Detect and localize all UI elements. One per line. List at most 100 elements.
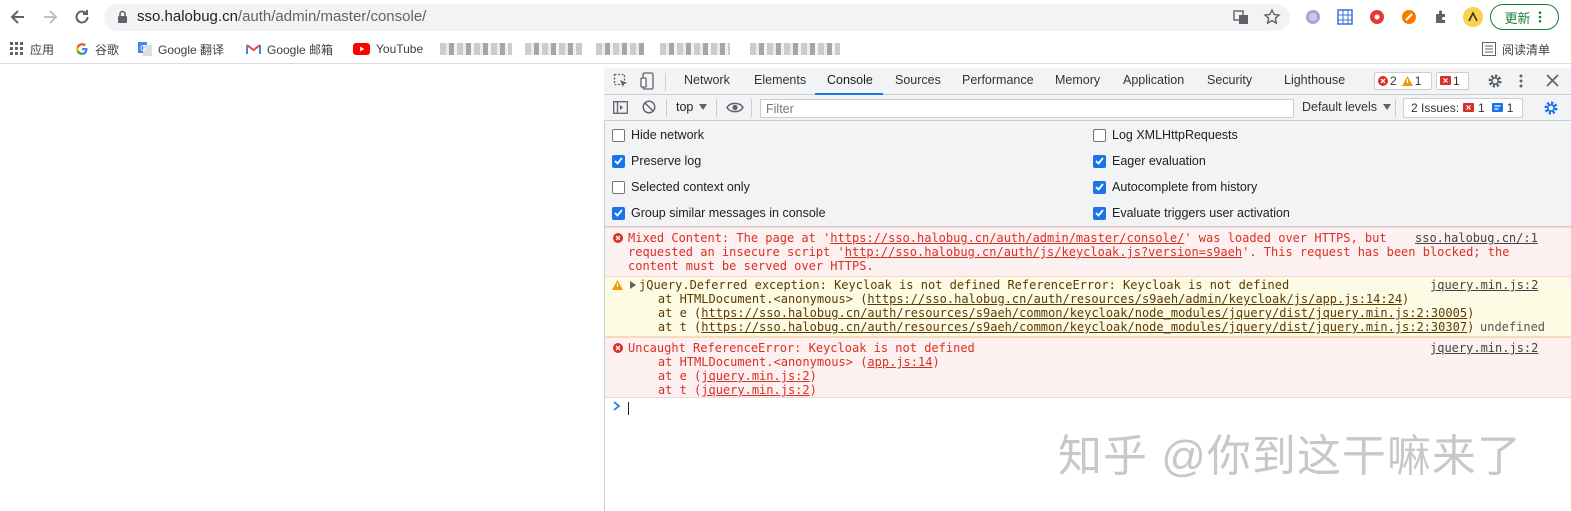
context-selector[interactable]: top (676, 100, 708, 114)
sidebar-toggle-icon[interactable] (613, 101, 628, 114)
log-levels-label: Default levels (1302, 100, 1378, 114)
tab-network[interactable]: Network (684, 73, 730, 87)
forward-button[interactable] (38, 5, 62, 29)
clear-console-icon[interactable] (642, 100, 656, 114)
extension-record-icon[interactable] (1368, 8, 1386, 26)
message-text: requested an insecure script ' (628, 245, 845, 259)
checkbox-checked[interactable] (1093, 154, 1106, 168)
tab-console[interactable]: Console (827, 73, 873, 87)
tab-performance[interactable]: Performance (962, 73, 1034, 87)
issue-info-icon (1491, 103, 1503, 112)
blurred-bookmark[interactable] (750, 43, 840, 55)
message-text: '. This request has been blocked; the (1242, 245, 1510, 259)
message-link[interactable]: http://sso.halobug.cn/auth/js/keycloak.j… (845, 245, 1242, 259)
bookmark-gmail[interactable]: Google 邮箱 (246, 41, 333, 57)
message-text: at e ( (629, 369, 702, 383)
checkmark-icon (614, 209, 623, 217)
option-log-xhr[interactable]: Log XMLHttpRequests (1093, 126, 1238, 144)
console-settings-gear-icon[interactable] (1543, 100, 1559, 116)
blurred-bookmark[interactable] (440, 43, 512, 55)
tab-security[interactable]: Security (1207, 73, 1252, 87)
stack-link[interactable]: https://sso.halobug.cn/auth/resources/s9… (867, 292, 1402, 306)
blurred-bookmark[interactable] (660, 43, 730, 55)
checkbox[interactable] (612, 128, 625, 142)
option-preserve-log[interactable]: Preserve log (612, 152, 701, 170)
stack-link[interactable]: app.js:14 (867, 355, 932, 369)
tab-sources[interactable]: Sources (895, 73, 941, 87)
option-autocomplete-history[interactable]: Autocomplete from history (1093, 178, 1257, 196)
stack-link[interactable]: https://sso.halobug.cn/auth/resources/s9… (701, 306, 1467, 320)
source-link[interactable]: sso.halobug.cn/:1 (1415, 231, 1538, 245)
star-icon[interactable] (1263, 8, 1281, 26)
youtube-icon (353, 43, 370, 55)
option-group-similar[interactable]: Group similar messages in console (612, 204, 826, 222)
expand-arrow-icon[interactable] (630, 281, 636, 289)
lock-icon[interactable] (117, 10, 128, 24)
inspect-element-icon[interactable] (613, 73, 629, 89)
tab-elements[interactable]: Elements (754, 73, 806, 87)
reading-list-button[interactable]: 阅读清单 (1482, 41, 1550, 57)
context-label: top (676, 100, 694, 114)
warning-icon (612, 280, 623, 290)
url-text[interactable]: sso.halobug.cn/auth/admin/master/console… (137, 8, 426, 25)
stack-link[interactable]: jquery.min.js:2 (701, 369, 809, 383)
reload-button[interactable] (70, 5, 94, 29)
bookmark-google-translate[interactable]: G Google 翻译 (138, 41, 224, 57)
checkbox-checked[interactable] (1093, 206, 1106, 220)
stack-frame: at HTMLDocument.<anonymous> (app.js:14) (629, 355, 940, 369)
live-expression-eye-icon[interactable] (726, 102, 744, 113)
source-link[interactable]: jquery.min.js:2 (1430, 341, 1538, 355)
back-button[interactable] (6, 5, 30, 29)
checkbox-checked[interactable] (1093, 180, 1106, 194)
checkbox[interactable] (612, 180, 625, 194)
tab-lighthouse[interactable]: Lighthouse (1284, 73, 1345, 87)
divider (1395, 99, 1396, 117)
message-link[interactable]: https://sso.halobug.cn/auth/admin/master… (830, 231, 1184, 245)
divider (751, 99, 752, 117)
option-selected-context-only[interactable]: Selected context only (612, 178, 750, 196)
settings-gear-icon[interactable] (1487, 73, 1503, 89)
checkbox-checked[interactable] (612, 206, 625, 220)
close-icon[interactable] (1546, 74, 1559, 87)
option-hide-network[interactable]: Hide network (612, 126, 704, 144)
message-line: Mixed Content: The page at 'https://sso.… (628, 231, 1387, 245)
update-button[interactable]: 更新 (1490, 4, 1559, 30)
error-warning-counter[interactable]: 2 1 (1374, 72, 1432, 90)
extension-orange-icon[interactable] (1400, 8, 1418, 26)
extension-grid-icon[interactable] (1336, 8, 1354, 26)
translate-icon[interactable] (1232, 8, 1250, 26)
option-label: Preserve log (631, 154, 702, 168)
bookmark-apps[interactable]: 应用 (10, 41, 54, 57)
tab-application[interactable]: Application (1123, 73, 1184, 87)
issues-button[interactable]: 2 Issues: 1 1 (1403, 98, 1523, 118)
error-icon (613, 233, 623, 243)
option-evaluate-user-activation[interactable]: Evaluate triggers user activation (1093, 204, 1290, 222)
tab-memory[interactable]: Memory (1055, 73, 1100, 87)
extension-circle-icon[interactable] (1304, 8, 1322, 26)
message-text: at HTMLDocument.<anonymous> ( (629, 292, 868, 306)
page-viewport[interactable] (0, 68, 604, 511)
bookmark-google[interactable]: 谷歌 (75, 41, 119, 57)
more-options-icon[interactable] (1518, 73, 1524, 89)
option-label: Autocomplete from history (1112, 180, 1258, 194)
checkbox[interactable] (1093, 128, 1106, 142)
stack-link[interactable]: jquery.min.js:2 (701, 383, 809, 397)
extensions-puzzle-icon[interactable] (1432, 8, 1450, 26)
blurred-bookmark[interactable] (596, 43, 644, 55)
profile-avatar-icon[interactable] (1463, 7, 1483, 27)
reading-list-icon (1482, 42, 1496, 56)
message-text: ) (809, 369, 817, 383)
stack-frame: at e (https://sso.halobug.cn/auth/resour… (629, 306, 1474, 320)
issues-counter[interactable]: 1 (1436, 72, 1469, 90)
bookmark-youtube[interactable]: YouTube (353, 41, 423, 57)
console-input[interactable] (624, 398, 1564, 418)
stack-link[interactable]: https://sso.halobug.cn/auth/resources/s9… (701, 320, 1467, 334)
blurred-bookmark[interactable] (525, 43, 582, 55)
source-link[interactable]: jquery.min.js:2 (1430, 278, 1538, 292)
option-eager-evaluation[interactable]: Eager evaluation (1093, 152, 1206, 170)
log-levels-dropdown[interactable]: Default levels (1302, 100, 1392, 114)
message-text: at t ( (629, 320, 702, 334)
device-toolbar-icon[interactable] (640, 72, 654, 90)
console-filter-input[interactable] (760, 99, 1294, 118)
checkbox-checked[interactable] (612, 154, 625, 168)
